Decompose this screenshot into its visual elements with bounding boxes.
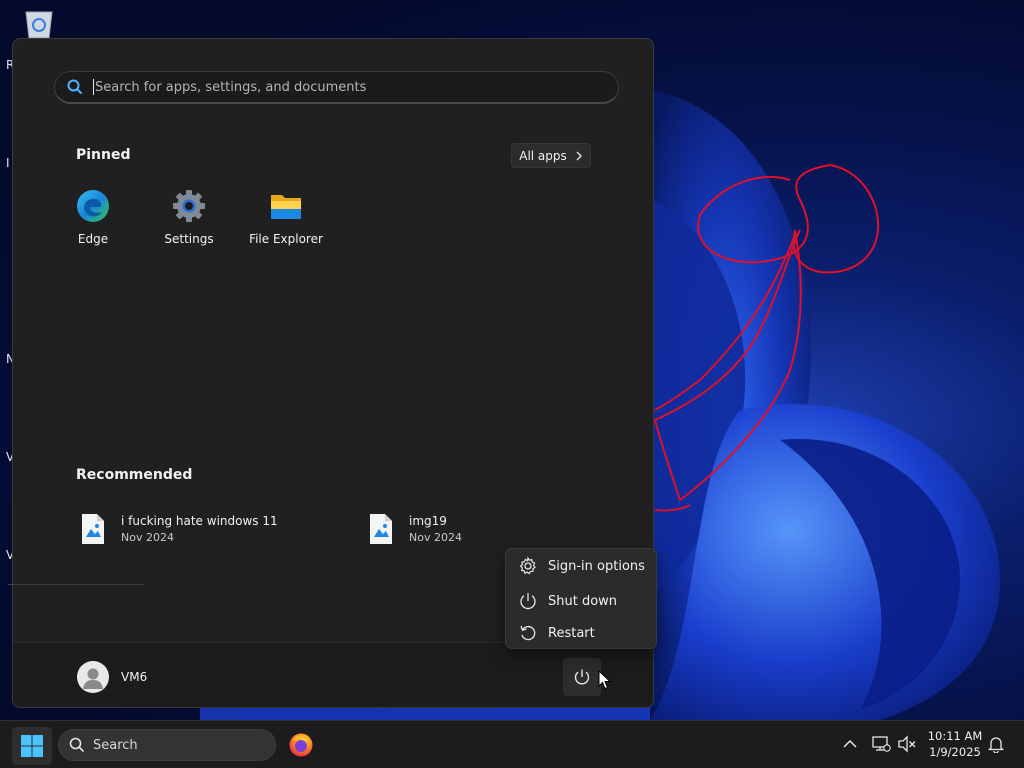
- recommended-file-name: img19: [409, 514, 447, 528]
- recommended-item[interactable]: i fucking hate windows 11 Nov 2024: [81, 509, 341, 549]
- recommended-file-name: i fucking hate windows 11: [121, 514, 278, 528]
- chevron-up-icon: [843, 739, 857, 748]
- gear-icon: [519, 556, 536, 575]
- pinned-heading: Pinned: [76, 147, 131, 163]
- power-icon: [574, 669, 590, 685]
- image-file-icon: [370, 514, 392, 544]
- clock-time: 10:11 AM: [927, 729, 983, 743]
- power-button[interactable]: [563, 658, 601, 696]
- taskbar-app-firefox[interactable]: [285, 729, 317, 761]
- image-file-icon: [82, 514, 104, 544]
- chevron-right-icon: [576, 151, 582, 160]
- pinned-app-settings[interactable]: Settings: [139, 189, 239, 249]
- folder-icon: [271, 195, 301, 219]
- desktop-label-fragment: I: [6, 156, 10, 170]
- pinned-app-file-explorer[interactable]: File Explorer: [235, 189, 337, 249]
- pinned-app-label: File Explorer: [249, 232, 323, 246]
- menu-item-restart[interactable]: Restart: [506, 617, 658, 649]
- text-cursor: [93, 79, 94, 95]
- menu-item-shut-down[interactable]: Shut down: [506, 585, 658, 617]
- windows-logo-icon: [21, 735, 43, 757]
- all-apps-button[interactable]: All apps: [511, 143, 591, 168]
- menu-item-label: Restart: [548, 625, 595, 641]
- start-search-input[interactable]: [95, 79, 595, 95]
- user-avatar[interactable]: [77, 661, 109, 693]
- search-icon: [69, 737, 85, 753]
- firefox-icon: [289, 733, 313, 757]
- notifications-button[interactable]: [985, 733, 1007, 755]
- mouse-cursor-icon: [598, 670, 612, 690]
- search-icon: [67, 79, 83, 95]
- start-user-bar: VM6: [13, 642, 653, 707]
- volume-button[interactable]: [896, 733, 918, 755]
- menu-item-label: Sign-in options: [548, 558, 645, 574]
- menu-divider: [8, 584, 144, 585]
- all-apps-label: All apps: [519, 148, 567, 163]
- menu-item-label: Shut down: [548, 593, 618, 609]
- recommended-file-date: Nov 2024: [121, 531, 174, 544]
- start-button[interactable]: [12, 727, 52, 765]
- pinned-app-label: Edge: [77, 232, 109, 246]
- bell-icon: [988, 737, 1004, 753]
- menu-item-sign-in-options[interactable]: Sign-in options: [506, 550, 658, 582]
- recommended-heading: Recommended: [76, 467, 193, 483]
- volume-muted-icon: [898, 735, 916, 753]
- show-hidden-icons-button[interactable]: [839, 733, 861, 755]
- restart-icon: [520, 625, 536, 641]
- recommended-file-date: Nov 2024: [409, 531, 462, 544]
- taskbar: Search 10:11 AM 1/9/2025: [0, 720, 1024, 768]
- recommended-item[interactable]: img19 Nov 2024: [369, 509, 629, 549]
- power-icon: [520, 593, 536, 610]
- network-icon: [872, 736, 891, 752]
- taskbar-search-box[interactable]: Search: [58, 729, 276, 761]
- settings-gear-icon: [173, 190, 205, 222]
- recycle-bin-icon[interactable]: [22, 8, 56, 40]
- user-icon: [83, 668, 103, 689]
- taskbar-clock[interactable]: 10:11 AM 1/9/2025: [922, 728, 988, 760]
- edge-icon: [77, 190, 109, 222]
- user-name[interactable]: VM6: [121, 670, 147, 684]
- network-status-button[interactable]: [870, 733, 892, 755]
- clock-date: 1/9/2025: [929, 745, 981, 759]
- start-search-box[interactable]: [54, 71, 619, 104]
- power-options-menu: Sign-in options Shut down Restart: [505, 548, 657, 649]
- taskbar-search-label: Search: [93, 737, 138, 753]
- pinned-app-edge[interactable]: Edge: [43, 189, 143, 249]
- pinned-app-label: Settings: [164, 232, 214, 246]
